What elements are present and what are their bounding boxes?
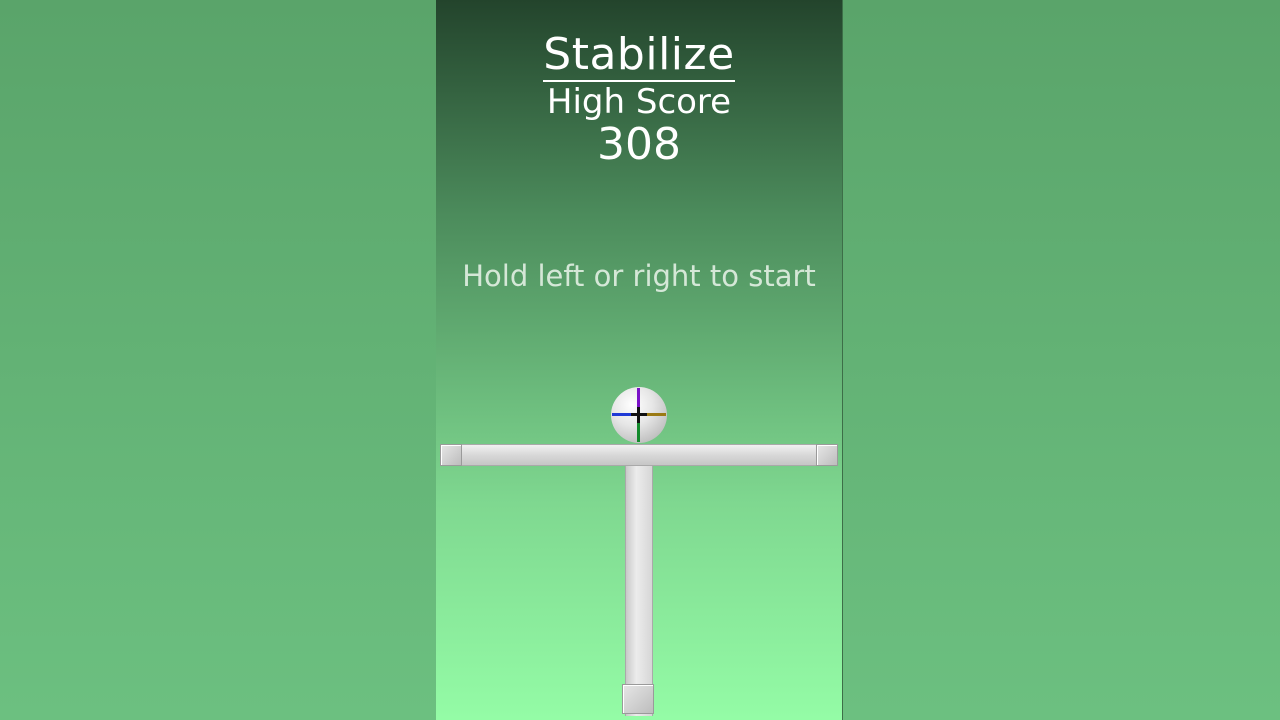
high-score-label: High Score [546, 82, 732, 122]
header: Stabilize High Score 308 [436, 30, 842, 168]
support-pillar [625, 466, 653, 716]
game-title: Stabilize [543, 29, 735, 82]
high-score-value: 308 [597, 119, 681, 170]
game-panel[interactable]: Stabilize High Score 308 Hold left or ri… [436, 0, 843, 720]
start-instruction: Hold left or right to start [462, 259, 816, 293]
beam-right-cap [816, 444, 838, 466]
player-ball [611, 387, 667, 443]
beam-left-cap [440, 444, 462, 466]
balance-beam [440, 444, 838, 466]
crosshair-icon [612, 388, 666, 442]
pillar-base [622, 684, 654, 714]
